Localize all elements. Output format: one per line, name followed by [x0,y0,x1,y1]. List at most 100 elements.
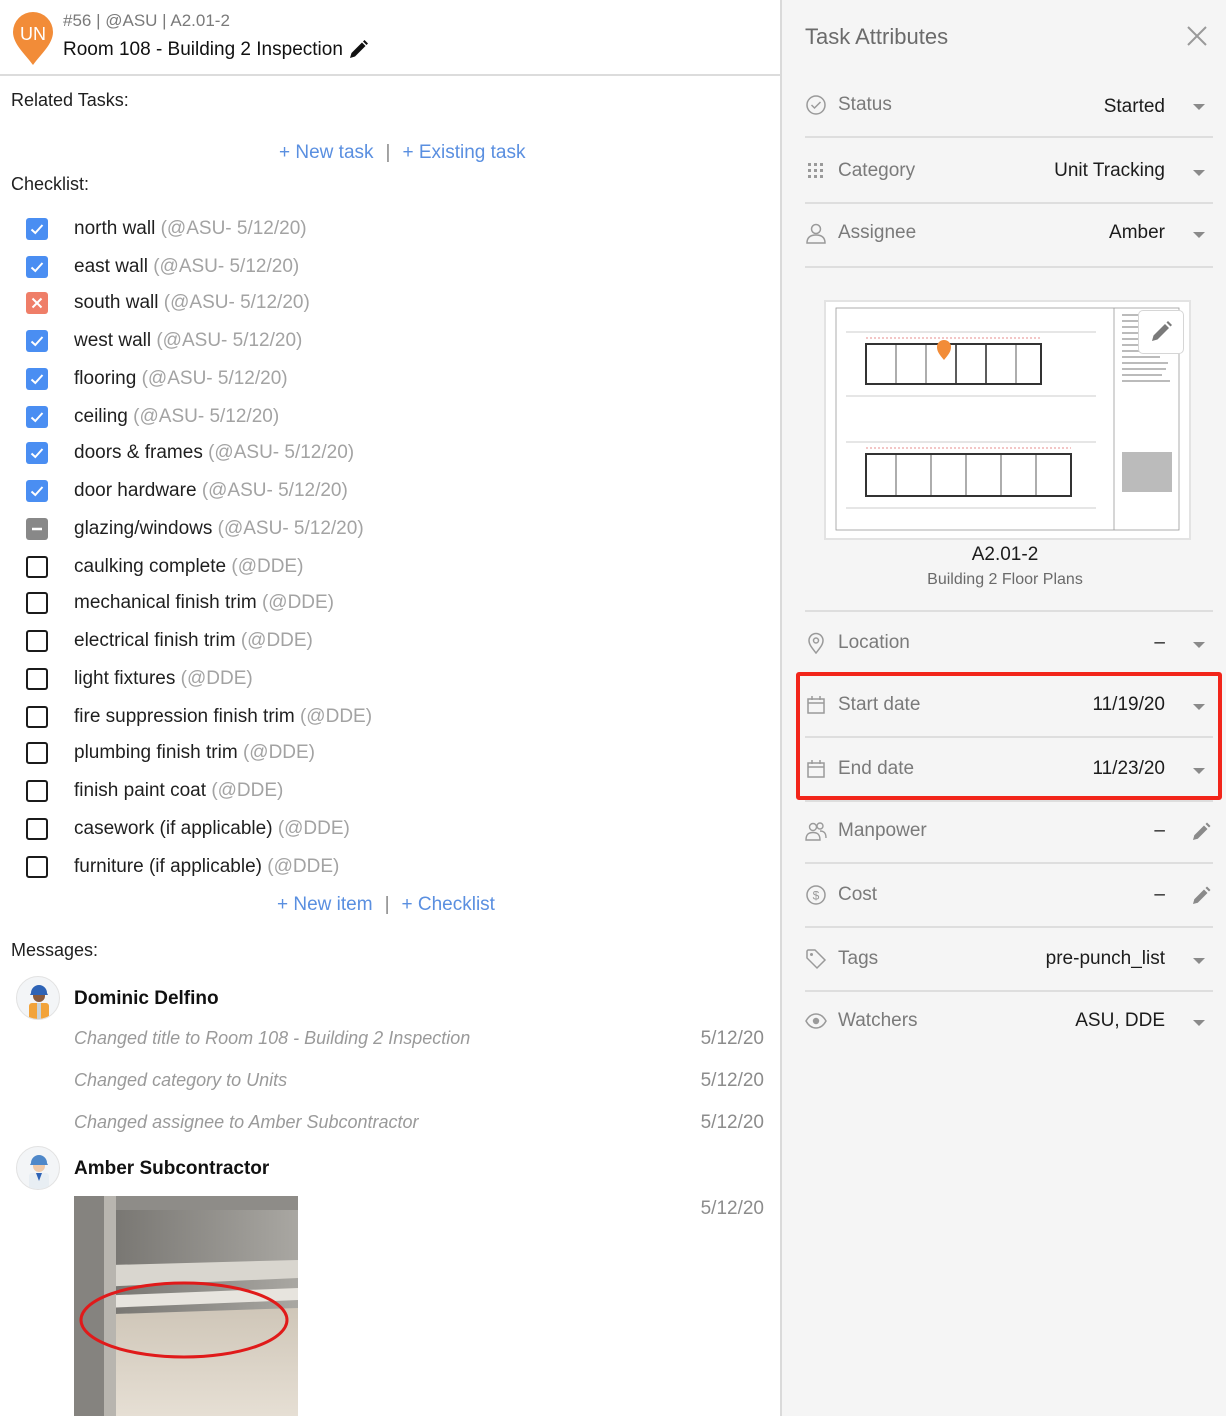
users-icon [805,822,827,841]
checklist-item-label: fire suppression finish trim [74,706,295,727]
checklist-item-meta: (@ASU- 5/12/20) [208,442,355,463]
checklist-item-meta: (@DDE) [240,630,313,651]
checklist-checkbox[interactable] [26,780,48,802]
status-value: Started [1103,96,1165,117]
chevron-down-icon[interactable] [1193,170,1205,176]
checklist-item-label: casework (if applicable) [74,818,273,839]
pin-initials: UN [20,24,46,44]
attribute-status[interactable]: Status Started [805,74,1213,138]
manpower-value: – [1154,820,1165,841]
assignee-value: Amber [1109,222,1165,243]
attribute-label: Cost [838,884,878,905]
edit-sheet-button[interactable] [1138,310,1184,354]
checklist-checkbox[interactable] [26,818,48,840]
checklist-item-meta: (@ASU- 5/12/20) [201,480,348,501]
attribute-location[interactable]: Location – [805,612,1213,676]
checklist-item: electrical finish trim (@DDE) [0,626,780,656]
divider [805,546,1213,612]
chevron-down-icon[interactable] [1193,958,1205,964]
checklist-item-meta: (@DDE) [261,592,335,613]
attribute-cost[interactable]: $ Cost – [805,864,1213,928]
checklist-item-text: south wall (@ASU- 5/12/20) [74,292,310,314]
map-pin-icon [808,632,824,654]
checklist-item-label: flooring [74,368,137,389]
checklist-item: mechanical finish trim (@DDE) [0,588,780,618]
chevron-down-icon[interactable] [1193,1020,1205,1026]
checklist-checkbox[interactable] [26,742,48,764]
checklist-item-label: caulking complete [74,556,227,577]
attribute-label: Category [838,160,916,181]
panel-title: Task Attributes [805,24,949,49]
grid-icon [808,163,823,178]
checklist-item: ceiling (@ASU- 5/12/20) [0,402,780,432]
attribute-label: Tags [838,948,879,969]
checklist-checkbox[interactable] [26,330,48,352]
edit-title-pencil-icon[interactable] [347,39,369,61]
edit-pencil-icon[interactable] [1191,822,1211,842]
checklist-item-label: door hardware [74,480,197,501]
attribute-end-date[interactable]: End date 11/23/20 [805,738,1213,802]
checklist-item-meta: (@DDE) [267,856,340,877]
attribute-manpower[interactable]: Manpower – [805,800,1213,864]
checklist-item-label: ceiling [74,406,128,427]
checklist-item-text: mechanical finish trim (@DDE) [74,592,334,614]
task-pin-icon: UN [13,12,53,65]
checkmark-icon [30,374,44,385]
attribute-assignee[interactable]: Assignee Amber [805,204,1213,268]
checklist-checkbox[interactable] [26,292,48,314]
attribute-tags[interactable]: Tags pre-punch_list [805,928,1213,992]
checkmark-icon [30,224,44,235]
worker-avatar-icon [29,985,49,1019]
checklist-item: north wall (@ASU- 5/12/20) [0,214,780,244]
message-date: 5/12/20 [700,1112,764,1133]
checkmark-icon [30,262,44,273]
checklist-checkbox[interactable] [26,480,48,502]
checklist-checkbox[interactable] [26,668,48,690]
checklist-item-label: doors & frames [74,442,203,463]
dollar-circle-icon: $ [806,885,826,905]
new-item-link[interactable]: + New item [277,894,373,916]
checklist-item-label: furniture (if applicable) [74,856,262,877]
attribute-category[interactable]: Category Unit Tracking [805,140,1213,204]
checklist-checkbox[interactable] [26,556,48,578]
attribute-start-date[interactable]: Start date 11/19/20 [805,674,1213,738]
edit-pencil-icon[interactable] [1191,886,1211,906]
checklist-item: doors & frames (@ASU- 5/12/20) [0,438,780,468]
message-author: Dominic Delfino [74,988,219,1009]
chevron-down-icon[interactable] [1193,768,1205,774]
chevron-down-icon[interactable] [1193,704,1205,710]
checklist-checkbox[interactable] [26,518,48,540]
related-tasks-label: Related Tasks: [11,90,129,110]
attribute-watchers[interactable]: Watchers ASU, DDE [805,992,1213,1056]
checklist-checkbox[interactable] [26,856,48,878]
checklist-item-meta: (@DDE) [242,742,316,763]
message-photo[interactable] [74,1196,298,1416]
checklist-checkbox[interactable] [26,406,48,428]
existing-task-link[interactable]: + Existing task [402,142,525,164]
checklist-checkbox[interactable] [26,592,48,614]
user-icon [806,223,826,244]
checklist-checkbox[interactable] [26,368,48,390]
add-checklist-link[interactable]: + Checklist [402,894,495,916]
location-value: – [1154,632,1165,653]
message-line: Changed category to Units [74,1070,288,1090]
close-icon[interactable] [1186,25,1208,47]
checklist-item-label: light fixtures [74,668,176,689]
checklist-checkbox[interactable] [26,218,48,240]
chevron-down-icon[interactable] [1193,232,1205,238]
watchers-value: ASU, DDE [1075,1010,1165,1031]
end-date-value: 11/23/20 [1092,758,1165,779]
checklist-item-text: ceiling (@ASU- 5/12/20) [74,406,279,428]
chevron-down-icon[interactable] [1193,104,1205,110]
worker-avatar-icon [29,1155,49,1189]
sheet-thumbnail[interactable] [824,300,1191,540]
x-mark-icon [31,297,43,309]
checklist-checkbox[interactable] [26,442,48,464]
message-line: Changed assignee to Amber Subcontractor [74,1112,419,1132]
checklist-checkbox[interactable] [26,630,48,652]
checklist-item-text: door hardware (@ASU- 5/12/20) [74,480,348,502]
chevron-down-icon[interactable] [1193,642,1205,648]
checklist-checkbox[interactable] [26,706,48,728]
new-task-link[interactable]: + New task [279,142,374,164]
checklist-checkbox[interactable] [26,256,48,278]
